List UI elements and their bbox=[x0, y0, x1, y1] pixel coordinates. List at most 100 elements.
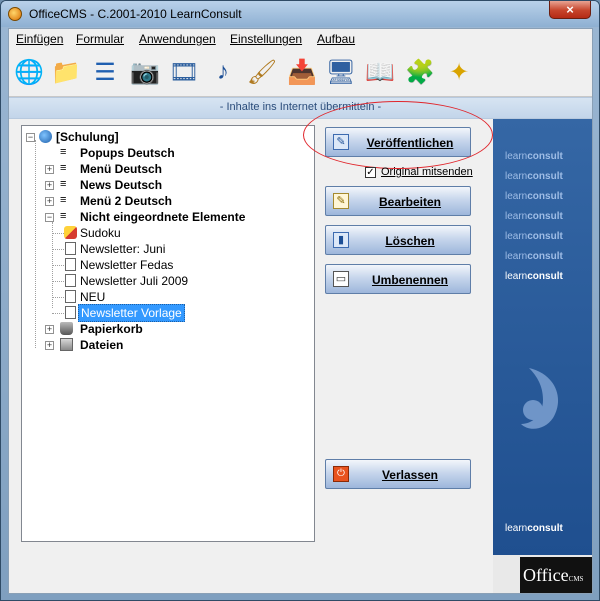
brand-bold-text: consult bbox=[527, 211, 563, 222]
expand-icon[interactable]: + bbox=[45, 341, 54, 350]
download-box-icon[interactable]: 📥 bbox=[285, 55, 319, 89]
monitor-camera-icon[interactable]: 🖥 bbox=[324, 55, 358, 89]
tree-item-label: News Deutsch bbox=[80, 178, 163, 192]
tree-item[interactable]: − ≡ Nicht eingeordnete Elemente bbox=[42, 209, 282, 225]
highlight-annotation bbox=[303, 101, 493, 169]
menu-formular[interactable]: Formular bbox=[76, 32, 124, 46]
tree-item-label: Papierkorb bbox=[80, 322, 143, 336]
status-text: - Inhalte ins Internet übermitteln - bbox=[219, 101, 382, 113]
tree-line bbox=[35, 140, 36, 348]
tree-item[interactable]: + ≡ Menü 2 Deutsch bbox=[42, 193, 242, 209]
tree-item-label: Menü Deutsch bbox=[80, 162, 163, 176]
learnconsult-logo: learnconsult bbox=[505, 271, 563, 282]
brand-bold-text: consult bbox=[527, 251, 563, 262]
tree-item-label: Newsletter: Juni bbox=[80, 242, 166, 256]
page-icon bbox=[65, 306, 76, 319]
collapse-icon[interactable]: − bbox=[45, 213, 54, 222]
menu-einfuegen[interactable]: Einfügen bbox=[16, 32, 63, 46]
edit-button-label: Bearbeiten bbox=[378, 195, 442, 209]
content-tree[interactable]: − [Schulung] ≡ Popups Deutsch + ≡ Menü D… bbox=[21, 125, 315, 542]
page-icon bbox=[65, 258, 76, 271]
camera-icon[interactable]: 📷 bbox=[128, 55, 162, 89]
tree-item-label: Newsletter Vorlage bbox=[78, 304, 185, 322]
tree-item[interactable]: Newsletter: Juni bbox=[64, 241, 264, 257]
globe-icon bbox=[39, 130, 52, 143]
learnconsult-logo: learnconsult bbox=[505, 523, 563, 534]
rename-button[interactable]: ▭ Umbenennen bbox=[325, 264, 471, 294]
brand-light-text: learn bbox=[505, 523, 528, 534]
brush-icon[interactable]: 🖌 bbox=[245, 55, 279, 89]
tree-line bbox=[52, 281, 64, 282]
brand-light-text: learn bbox=[505, 271, 528, 282]
brand-light-text: learn bbox=[505, 151, 528, 162]
folder-icon[interactable]: 📁 bbox=[49, 55, 83, 89]
learnconsult-logo: learnconsult bbox=[505, 151, 563, 162]
tree-item[interactable]: + Dateien bbox=[42, 337, 242, 353]
expand-icon[interactable]: + bbox=[45, 165, 54, 174]
delete-icon: ▮ bbox=[333, 232, 349, 248]
document-lines-icon: ≡ bbox=[60, 194, 67, 206]
tree-item[interactable]: + ≡ News Deutsch bbox=[42, 177, 242, 193]
tree-item[interactable]: Sudoku bbox=[64, 225, 264, 241]
rename-button-label: Umbenennen bbox=[371, 273, 448, 287]
page-icon bbox=[65, 242, 76, 255]
original-send-label[interactable]: Original mitsenden bbox=[381, 166, 473, 178]
tree-line bbox=[52, 249, 64, 250]
app-window: OfficeCMS - C.2001-2010 LearnConsult × E… bbox=[0, 0, 600, 601]
music-note-icon[interactable]: ♪ bbox=[206, 55, 240, 89]
learnconsult-logo: learnconsult bbox=[505, 251, 563, 262]
expand-icon[interactable]: + bbox=[45, 197, 54, 206]
compass-icon[interactable]: ✦ bbox=[442, 55, 476, 89]
tree-item[interactable]: + ≡ Menü Deutsch bbox=[42, 161, 242, 177]
document-lines-icon: ≡ bbox=[60, 146, 67, 158]
brand-light-text: learn bbox=[505, 231, 528, 242]
tree-item-label: NEU bbox=[80, 290, 106, 304]
brand-bold-text: consult bbox=[527, 231, 563, 242]
expand-icon[interactable]: + bbox=[45, 325, 54, 334]
globe-icon[interactable]: 🌐 bbox=[12, 55, 46, 89]
tree-item[interactable]: NEU bbox=[64, 289, 264, 305]
tree-item[interactable]: ≡ Popups Deutsch bbox=[42, 145, 242, 161]
tree-item-label: Nicht eingeordnete Elemente bbox=[80, 210, 246, 224]
expand-icon[interactable]: + bbox=[45, 181, 54, 190]
learnconsult-logo: learnconsult bbox=[505, 171, 563, 182]
tree-line bbox=[52, 265, 64, 266]
delete-button[interactable]: ▮ Löschen bbox=[325, 225, 471, 255]
puzzle-icon[interactable]: 🧩 bbox=[403, 55, 437, 89]
document-lines-icon: ≡ bbox=[60, 162, 67, 174]
tree-root-label: [Schulung] bbox=[56, 130, 119, 144]
brand-bold-text: consult bbox=[527, 151, 563, 162]
menu-aufbau[interactable]: Aufbau bbox=[317, 32, 355, 46]
close-button[interactable]: × bbox=[549, 1, 591, 19]
status-bar bbox=[9, 555, 493, 593]
edit-icon: ✎ bbox=[333, 193, 349, 209]
status-strip: - Inhalte ins Internet übermitteln - bbox=[9, 97, 592, 119]
original-send-checkbox[interactable]: ✓ bbox=[365, 167, 376, 178]
menu-einstellungen[interactable]: Einstellungen bbox=[230, 32, 302, 46]
brand-bold-text: consult bbox=[527, 191, 563, 202]
puzzle-icon bbox=[64, 226, 77, 239]
tree-item[interactable]: Newsletter Juli 2009 bbox=[64, 273, 264, 289]
files-icon bbox=[60, 338, 73, 351]
book-icon[interactable]: 📖 bbox=[363, 55, 397, 89]
tree-item-selected[interactable]: Newsletter Vorlage bbox=[64, 304, 264, 322]
film-icon[interactable]: 🎞 bbox=[167, 55, 201, 89]
tree-item[interactable]: + Papierkorb bbox=[42, 321, 242, 337]
list-icon[interactable]: ☰ bbox=[88, 55, 122, 89]
brand-light-text: learn bbox=[505, 191, 528, 202]
title-bar[interactable]: OfficeCMS - C.2001-2010 LearnConsult × bbox=[1, 1, 599, 27]
menu-bar: Einfügen Formular Anwendungen Einstellun… bbox=[9, 29, 592, 49]
rename-icon: ▭ bbox=[333, 271, 349, 287]
edit-button[interactable]: ✎ Bearbeiten bbox=[325, 186, 471, 216]
officecms-logo: OfficeCMS bbox=[520, 557, 592, 593]
menu-anwendungen[interactable]: Anwendungen bbox=[139, 32, 216, 46]
tree-item-label: Newsletter Fedas bbox=[80, 258, 174, 272]
delete-button-label: Löschen bbox=[385, 234, 435, 248]
tree-root[interactable]: − [Schulung] bbox=[26, 129, 226, 145]
exit-button[interactable]: ⏻ Verlassen bbox=[325, 459, 471, 489]
collapse-icon[interactable]: − bbox=[26, 133, 35, 142]
brand-bold-text: consult bbox=[527, 523, 563, 534]
tree-item[interactable]: Newsletter Fedas bbox=[64, 257, 264, 273]
tree-item-label: Popups Deutsch bbox=[80, 146, 175, 160]
tree-item-label: Menü 2 Deutsch bbox=[80, 194, 173, 208]
